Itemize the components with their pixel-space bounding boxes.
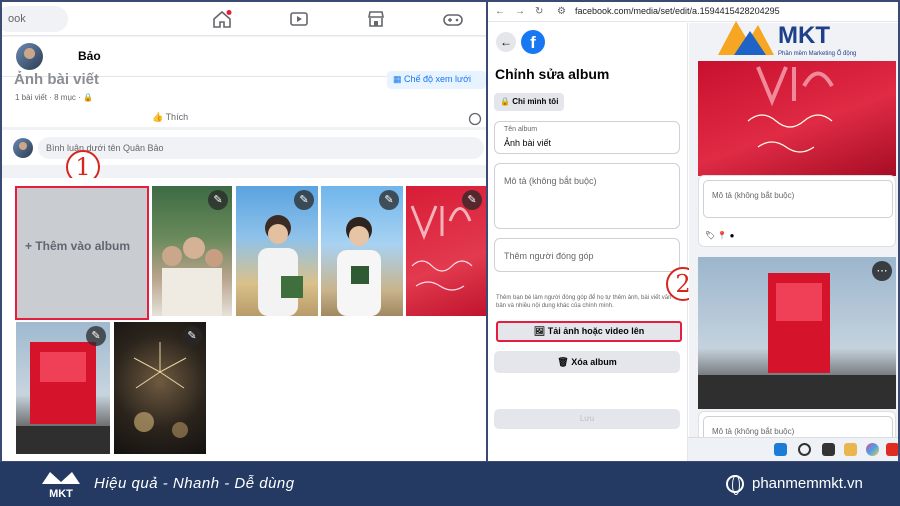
album-title-ghost: Ảnh bài viết — [14, 71, 100, 88]
add-to-album-tile[interactable]: + Thêm vào album — [15, 186, 149, 320]
edit-photo-button[interactable]: ✎ — [86, 326, 106, 346]
description-field[interactable]: Mô tả (không bắt buộc) — [494, 163, 680, 229]
edit-photo-button[interactable]: ✎ — [379, 190, 399, 210]
album-meta-text: 1 bài viết · 8 mục · — [15, 93, 81, 102]
forward-arrow-icon[interactable]: → — [515, 6, 525, 17]
page-title: Chỉnh sửa album — [495, 66, 610, 82]
more-options-icon[interactable]: ⋯ — [872, 261, 892, 281]
grid-view-label: Chế độ xem lưới — [404, 74, 471, 84]
lock-icon: 🔒 — [500, 97, 510, 106]
upload-label: Tải ảnh hoặc video lên — [547, 326, 645, 336]
windows-taskbar — [688, 437, 898, 461]
trash-icon: 🗑 — [557, 357, 569, 367]
avatar[interactable] — [16, 43, 43, 70]
album-photo[interactable]: ✎ — [152, 186, 232, 316]
globe-icon — [726, 475, 744, 495]
facebook-logo-icon[interactable]: f — [521, 30, 545, 54]
delete-album-button[interactable]: 🗑 Xóa album — [494, 351, 680, 373]
site-settings-icon[interactable]: ⚙ — [557, 6, 566, 17]
mkt-brand-logo: MKT Phần mềm Marketing Ổ động — [716, 15, 890, 59]
edit-photo-button[interactable]: ✎ — [182, 326, 202, 346]
home-icon[interactable] — [212, 10, 232, 28]
edit-photo-button[interactable]: ✎ — [294, 190, 314, 210]
back-button[interactable]: ← — [496, 32, 516, 52]
contributor-help-text: Thêm bạn bè làm người đóng góp để họ tự … — [496, 295, 672, 309]
album-info: Ảnh bài viết ▦ Chế độ xem lưới 1 bài viế… — [2, 71, 486, 127]
album-preview-feed: Mô tả (không bắt buộc) 🏷 📍 ● ⋯ Mô tả (kh… — [689, 23, 898, 461]
commenter-avatar[interactable] — [13, 138, 33, 158]
album-view-panel: ook Bảo Ảnh bài viết ▦ Chế độ xem lưới 1… — [2, 2, 486, 461]
preview-card: Mô tả (không bắt buộc) 🏷 📍 ● — [698, 175, 896, 247]
windows-start-icon[interactable] — [774, 443, 787, 456]
edit-album-sidebar: ← f Chỉnh sửa album 🔒 Chỉ mình tôi Tên a… — [488, 23, 688, 461]
edit-album-panel: ← → ↻ ⚙ facebook.com/media/set/edit/a.15… — [488, 2, 898, 461]
brand-footer: MKT Hiệu quả - Nhanh - Dễ dùng phanmemmk… — [0, 462, 900, 506]
edit-photo-button[interactable]: ✎ — [462, 190, 482, 210]
like-button[interactable]: 👍 Thích — [152, 112, 188, 123]
footer-website[interactable]: phanmemmkt.vn — [752, 475, 863, 492]
preview-photo[interactable]: ⋯ — [698, 257, 896, 409]
album-meta: 1 bài viết · 8 mục · 🔒 — [15, 93, 93, 102]
comment-input[interactable]: Bình luận dưới tên Quân Bảo — [38, 137, 484, 159]
like-label: Thích — [165, 112, 189, 122]
album-name-label: Tên album — [504, 126, 538, 133]
back-arrow-icon[interactable]: ← — [495, 6, 505, 17]
preview-stage-shape — [698, 273, 896, 409]
grid-view-button[interactable]: ▦ Chế độ xem lưới — [387, 71, 486, 89]
gaming-icon[interactable] — [443, 10, 463, 28]
add-contributor-placeholder: Thêm người đóng góp — [504, 251, 594, 261]
album-photo[interactable]: ✎ — [236, 186, 318, 316]
edit-photo-button[interactable]: ✎ — [208, 190, 228, 210]
search-input[interactable]: ook — [2, 6, 68, 32]
thumbs-up-icon: 👍 — [152, 112, 164, 122]
profile-name[interactable]: Bảo — [78, 49, 101, 63]
video-icon[interactable] — [289, 10, 309, 28]
upload-icon: 🖼 — [533, 326, 546, 336]
album-name-field[interactable]: Tên album Ảnh bài viết — [494, 121, 680, 154]
facebook-top-bar: ook — [2, 2, 486, 36]
mkt-logo-mark: MKT Phần mềm Marketing Ổ động — [718, 21, 856, 57]
task-view-icon[interactable] — [822, 443, 835, 456]
footer-mkt-logo: MKT — [42, 472, 80, 500]
add-contributor-field[interactable]: Thêm người đóng góp — [494, 238, 680, 272]
privacy-label: Chỉ mình tôi — [512, 97, 559, 106]
marketplace-icon[interactable] — [366, 10, 386, 28]
lock-icon: 🔒 — [83, 93, 94, 102]
screenshot-frame: ook Bảo Ảnh bài viết ▦ Chế độ xem lưới 1… — [0, 0, 900, 506]
search-icon[interactable] — [798, 443, 811, 456]
preview-signature-shape — [747, 66, 834, 153]
preview-photo[interactable] — [698, 61, 896, 176]
album-photo[interactable]: ✎ — [16, 322, 110, 454]
file-explorer-icon[interactable] — [844, 443, 857, 456]
description-placeholder: Mô tả (không bắt buộc) — [504, 176, 597, 186]
add-to-album-label: + Thêm vào album — [25, 239, 131, 253]
preview-description-field[interactable]: Mô tả (không bắt buộc) — [703, 180, 893, 218]
upload-photo-video-button[interactable]: 🖼 Tải ảnh hoặc video lên — [496, 321, 682, 342]
album-photo[interactable]: ✎ — [114, 322, 206, 454]
album-name-value: Ảnh bài viết — [504, 138, 552, 148]
footer-logo-text: MKT — [49, 488, 73, 500]
reload-icon[interactable]: ↻ — [535, 6, 543, 17]
privacy-button[interactable]: 🔒 Chỉ mình tôi — [494, 93, 564, 111]
comment-icon[interactable] — [468, 112, 482, 126]
youtube-icon[interactable] — [886, 443, 898, 456]
album-photo-grid: + Thêm vào album ✎ ✎ ✎ ✎ ✎ ✎ — [2, 178, 486, 461]
save-button[interactable]: Lưu — [494, 409, 680, 429]
browser-icon[interactable] — [866, 443, 879, 456]
footer-slogan: Hiệu quả - Nhanh - Dễ dùng — [94, 475, 295, 492]
tag-location-date-icons[interactable]: 🏷 📍 ● — [705, 231, 734, 240]
delete-label: Xóa album — [571, 357, 617, 367]
album-photo[interactable]: ✎ — [321, 186, 403, 316]
brand-name: MKT — [778, 22, 830, 49]
brand-sub: Phần mềm Marketing Ổ động — [778, 50, 856, 57]
album-photo[interactable]: ✎ — [406, 186, 486, 316]
